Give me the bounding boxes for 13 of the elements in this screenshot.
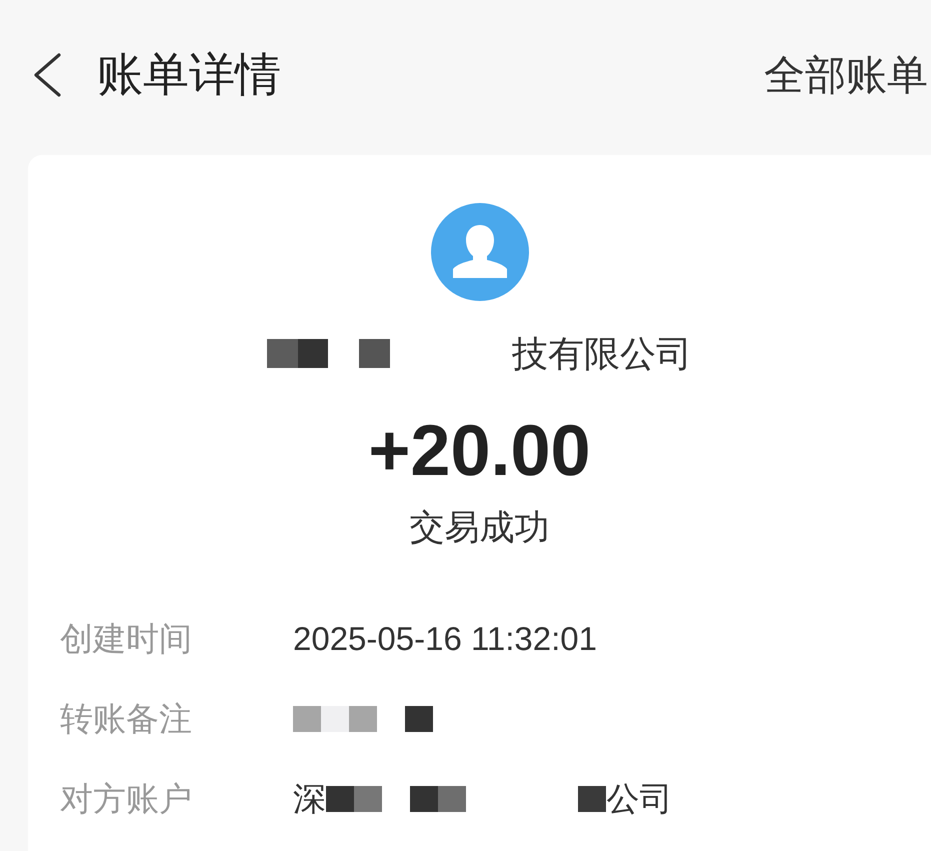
detail-label: 创建时间 xyxy=(60,618,193,659)
detail-value: 公司 xyxy=(606,779,672,819)
detail-label: 对方账户 xyxy=(60,778,193,819)
amount: +20.00 xyxy=(368,415,591,488)
back-icon[interactable] xyxy=(32,53,62,97)
user-avatar-icon xyxy=(430,203,528,301)
page-title: 账单详情 xyxy=(97,47,281,102)
transaction-status: 交易成功 xyxy=(410,507,550,550)
detail-value: 深 xyxy=(293,779,326,819)
all-bills-link[interactable]: 全部账单 xyxy=(764,48,928,102)
payee-name: 技有限公司 xyxy=(512,332,692,376)
detail-value: 2025-05-16 11:32:01 xyxy=(293,619,597,659)
detail-label: 转账备注 xyxy=(60,698,193,739)
